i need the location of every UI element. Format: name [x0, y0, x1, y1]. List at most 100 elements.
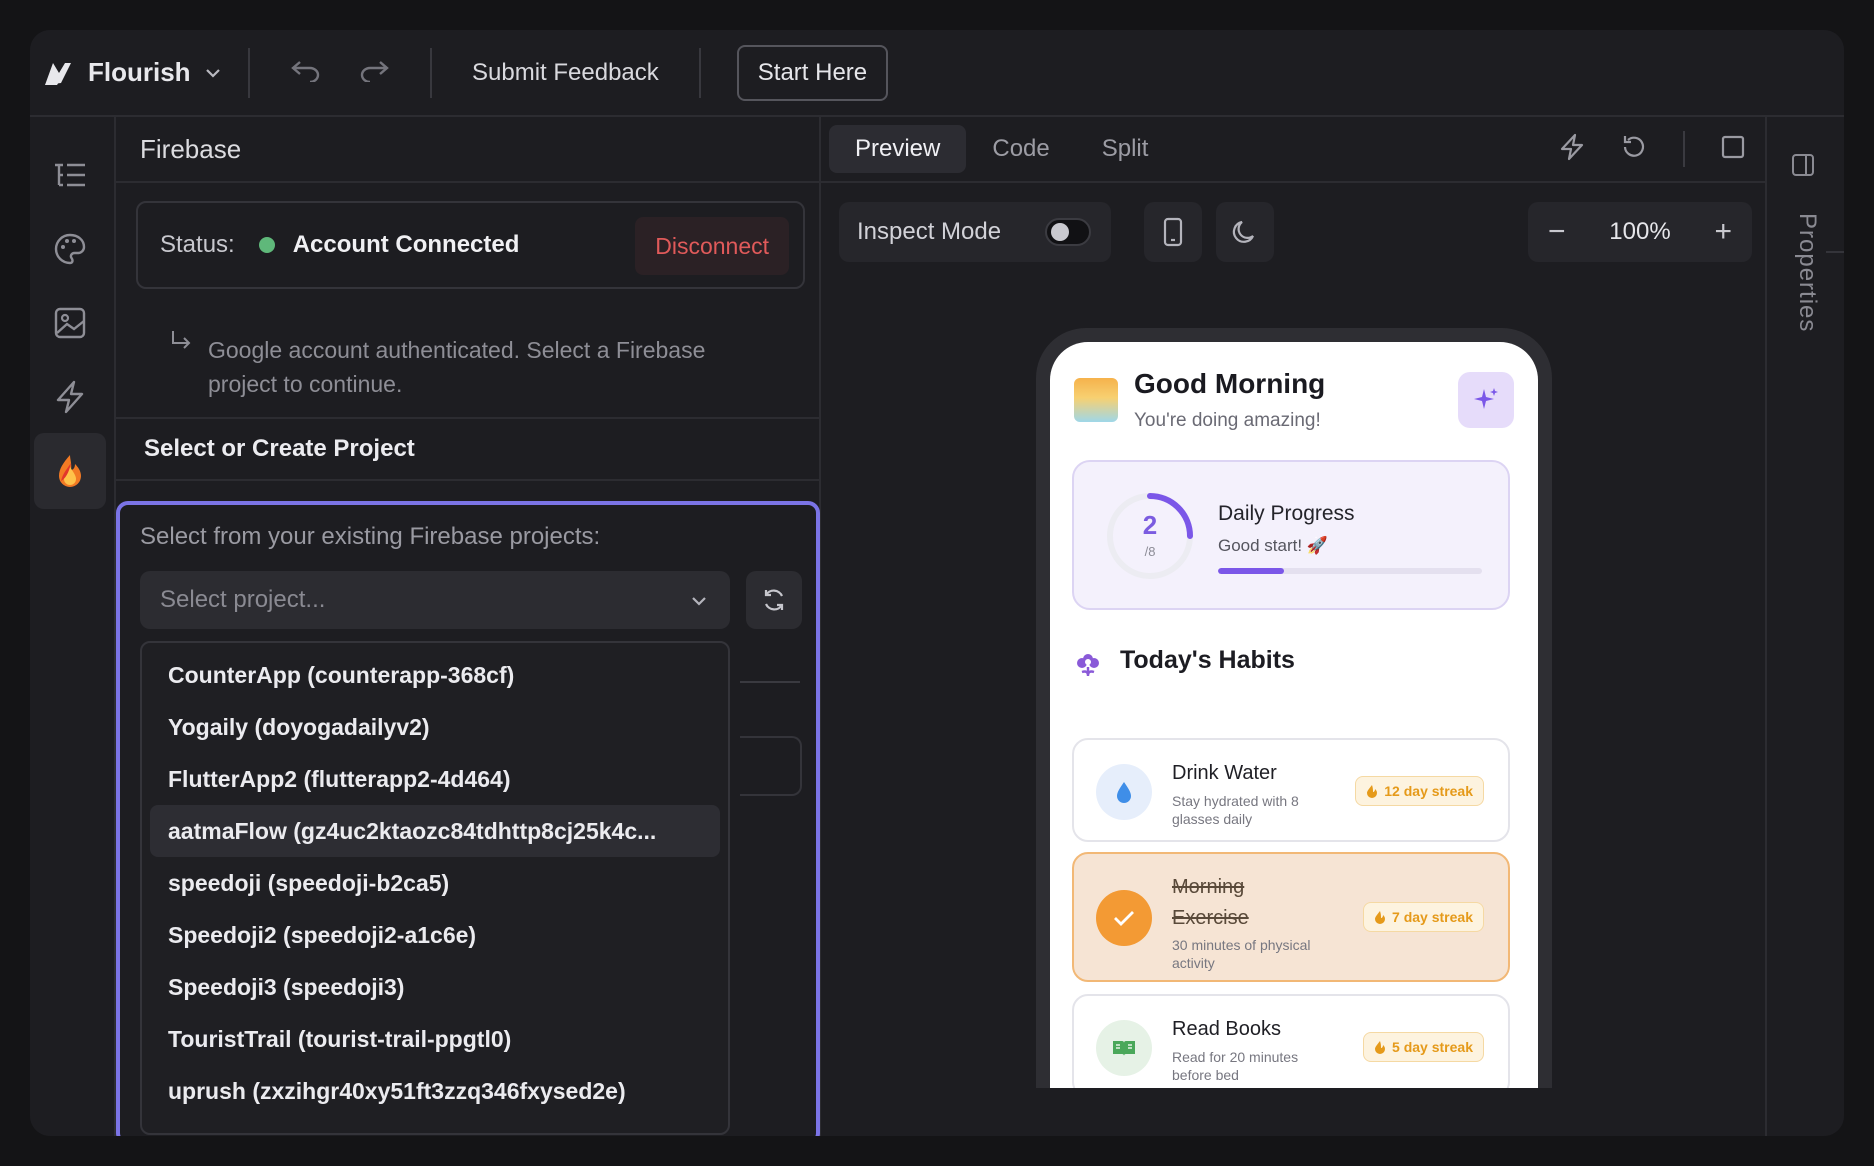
zoom-in-button[interactable]: +: [1714, 215, 1732, 249]
book-icon: [1096, 1020, 1152, 1076]
divider: [1826, 251, 1844, 253]
tab-code[interactable]: Code: [966, 125, 1075, 173]
streak-badge: 5 day streak: [1363, 1032, 1484, 1062]
streak-text: 5 day streak: [1392, 1039, 1473, 1055]
progress-done: 2: [1142, 510, 1158, 540]
auth-note-text: Google account authenticated. Select a F…: [208, 337, 706, 397]
properties-sidebar: Properties: [1767, 117, 1844, 1136]
habit-card[interactable]: Morning Exercise 30 minutes of physical …: [1072, 852, 1510, 982]
redo-icon[interactable]: [358, 56, 390, 90]
project-option[interactable]: Yogaily (doyogadailyv2): [150, 701, 720, 753]
corner-arrow-icon: [170, 329, 192, 363]
progress-subtitle: Good start! 🚀: [1218, 536, 1328, 555]
habits-title: Today's Habits: [1120, 646, 1295, 674]
progress-bar: [1218, 568, 1482, 574]
mobile-icon: [1163, 217, 1183, 247]
habit-name: Read Books: [1172, 1018, 1281, 1040]
inspect-toggle[interactable]: [1045, 218, 1091, 246]
project-dropdown: CounterApp (counterapp-368cf) Yogaily (d…: [140, 641, 730, 1135]
divider: [740, 681, 800, 683]
submit-feedback-link[interactable]: Submit Feedback: [432, 59, 699, 87]
section-title: Select or Create Project: [116, 417, 819, 481]
flame-icon: [1375, 1041, 1386, 1054]
bolt-icon[interactable]: [34, 359, 106, 435]
panel-title: Firebase: [116, 117, 819, 183]
panel-toggle-icon[interactable]: [1791, 153, 1815, 182]
progress-title: Daily Progress: [1218, 502, 1355, 525]
divider: [698, 47, 701, 98]
zoom-out-button[interactable]: −: [1548, 215, 1566, 249]
theme-button[interactable]: [1216, 202, 1274, 262]
status-indicator-icon: [258, 237, 275, 253]
app-screen: Good Morning You're doing amazing! 2 /8 …: [1050, 342, 1538, 1088]
progress-total: /8: [1144, 544, 1156, 559]
inspect-label: Inspect Mode: [857, 218, 1002, 245]
flame-icon: [1367, 785, 1378, 798]
streak-text: 7 day streak: [1392, 909, 1473, 925]
refresh-icon: [764, 589, 784, 611]
project-option[interactable]: aatmaFlow (gz4uc2ktaozc84tdhttp8cj25k4c.…: [150, 805, 720, 857]
project-option[interactable]: TouristTrail (tourist-trail-ppgtl0): [150, 1013, 720, 1065]
preview-area: Preview Code Split Inspect Mode − 100% +…: [821, 117, 1767, 1136]
auth-note: Google account authenticated. Select a F…: [170, 331, 770, 401]
app-switcher[interactable]: Flourish: [30, 30, 248, 115]
app-name: Flourish: [88, 57, 191, 87]
image-icon[interactable]: [34, 285, 106, 361]
habit-card[interactable]: Read Books Read for 20 minutes before be…: [1072, 994, 1510, 1088]
tab-preview[interactable]: Preview: [829, 125, 967, 173]
project-option[interactable]: speedoji (speedoji-b2ca5): [150, 857, 720, 909]
phone-frame: Good Morning You're doing amazing! 2 /8 …: [1036, 328, 1552, 1088]
sparkle-button[interactable]: [1458, 372, 1514, 428]
streak-badge: 7 day streak: [1363, 902, 1484, 932]
project-option[interactable]: Speedoji3 (speedoji3): [150, 961, 720, 1013]
firebase-icon[interactable]: [34, 433, 106, 509]
firebase-panel: Firebase Status: Account Connected Disco…: [116, 117, 821, 1136]
toggle-knob: [1051, 223, 1069, 241]
select-placeholder: Select project...: [160, 586, 326, 613]
habit-desc: Read for 20 minutes before bed: [1172, 1049, 1299, 1083]
palette-icon[interactable]: [34, 211, 106, 287]
refresh-button[interactable]: [746, 571, 802, 629]
sparkle-icon: [1474, 388, 1498, 409]
project-select[interactable]: Select project...: [140, 571, 730, 629]
project-option[interactable]: Speedoji2 (speedoji2-a1c6e): [150, 909, 720, 961]
inspect-mode-control: Inspect Mode: [839, 202, 1111, 262]
zoom-control: − 100% +: [1528, 202, 1752, 262]
tab-split[interactable]: Split: [1076, 125, 1175, 173]
top-bar: Flourish Submit Feedback Start Here: [30, 30, 1844, 117]
status-label: Status:: [160, 231, 235, 258]
properties-label[interactable]: Properties: [1793, 213, 1821, 332]
device-button[interactable]: [1144, 202, 1202, 262]
flame-icon: [1375, 911, 1386, 924]
fullscreen-icon[interactable]: [1721, 135, 1745, 164]
start-here-button[interactable]: Start Here: [736, 44, 889, 101]
streak-badge: 12 day streak: [1355, 776, 1484, 806]
habit-card[interactable]: Drink Water Stay hydrated with 8 glasses…: [1072, 738, 1510, 842]
project-option[interactable]: FlutterApp2 (flutterapp2-4d464): [150, 753, 720, 805]
disconnect-button[interactable]: Disconnect: [635, 217, 789, 275]
project-option[interactable]: CounterApp (counterapp-368cf): [150, 649, 720, 701]
bolt-icon[interactable]: [1559, 133, 1585, 166]
outline-icon[interactable]: [34, 137, 106, 213]
reload-icon[interactable]: [1621, 134, 1647, 165]
habit-desc: 30 minutes of physical activity: [1172, 937, 1311, 971]
zoom-level: 100%: [1609, 218, 1671, 245]
chevron-down-icon: [690, 587, 708, 622]
flower-icon: [1077, 654, 1099, 677]
flourish-logo-icon: [42, 57, 74, 89]
project-option[interactable]: uprush (zxzihgr40xy51ft3zzq346fxysed2e): [150, 1065, 720, 1117]
divider: [1683, 131, 1685, 167]
sunrise-icon: [1074, 378, 1118, 422]
greeting-title: Good Morning: [1134, 368, 1326, 399]
select-hint: Select from your existing Firebase proje…: [140, 523, 601, 550]
connection-status: Status: Account Connected Disconnect: [136, 201, 805, 289]
habit-desc: Stay hydrated with 8 glasses daily: [1172, 793, 1299, 827]
preview-tools: [1559, 117, 1745, 181]
water-drop-icon: [1096, 764, 1152, 820]
streak-text: 12 day streak: [1384, 783, 1473, 799]
undo-icon[interactable]: [290, 56, 322, 90]
check-icon: [1096, 890, 1152, 946]
left-rail: [30, 117, 116, 1136]
hidden-field: [740, 736, 802, 796]
app-window: Flourish Submit Feedback Start Here Fire…: [30, 30, 1844, 1136]
